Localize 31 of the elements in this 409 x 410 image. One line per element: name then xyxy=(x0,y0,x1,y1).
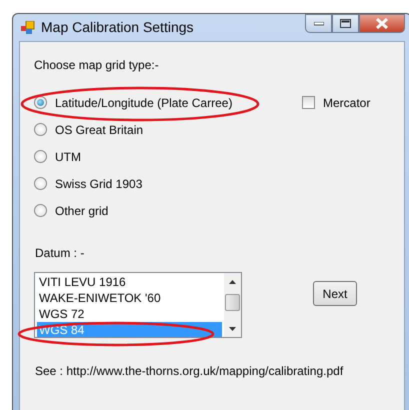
scroll-down-icon[interactable] xyxy=(229,326,236,330)
reference-link-text: See : http://www.the-thorns.org.uk/mapping/calibrating.pdf xyxy=(35,363,344,380)
minimize-button[interactable] xyxy=(305,14,332,33)
list-item[interactable]: WAKE-ENIWETOK '60 xyxy=(37,290,222,306)
scroll-up-icon[interactable] xyxy=(229,280,236,284)
close-button[interactable] xyxy=(359,14,405,33)
grid-type-label: Choose map grid type:- xyxy=(34,57,159,74)
radio-button[interactable] xyxy=(34,123,47,136)
radio-button[interactable] xyxy=(34,150,47,163)
close-icon xyxy=(376,18,388,29)
window-title: Map Calibration Settings xyxy=(41,18,194,37)
scroll-thumb[interactable] xyxy=(225,294,240,311)
radio-label: OS Great Britain xyxy=(55,122,144,138)
radio-label: Swiss Grid 1903 xyxy=(55,176,142,192)
maximize-button[interactable] xyxy=(332,14,359,33)
radio-button[interactable] xyxy=(34,177,47,190)
mercator-checkbox[interactable] xyxy=(302,96,315,109)
radio-label: Other grid xyxy=(55,202,108,220)
radio-label: Latitude/Longitude (Plate Carree) xyxy=(55,94,232,112)
list-item[interactable]: WGS 72 xyxy=(37,306,222,322)
list-item[interactable]: VITI LEVU 1916 xyxy=(37,274,222,290)
mercator-label: Mercator xyxy=(323,94,370,112)
minimize-icon xyxy=(314,22,324,26)
next-button[interactable]: Next xyxy=(313,281,357,306)
app-icon xyxy=(21,21,35,34)
radio-button[interactable] xyxy=(34,204,47,217)
scrollbar[interactable] xyxy=(224,273,241,337)
radio-button[interactable] xyxy=(34,96,47,109)
radio-label: UTM xyxy=(55,148,81,166)
datum-label: Datum : - xyxy=(35,245,84,262)
maximize-icon xyxy=(340,19,351,28)
